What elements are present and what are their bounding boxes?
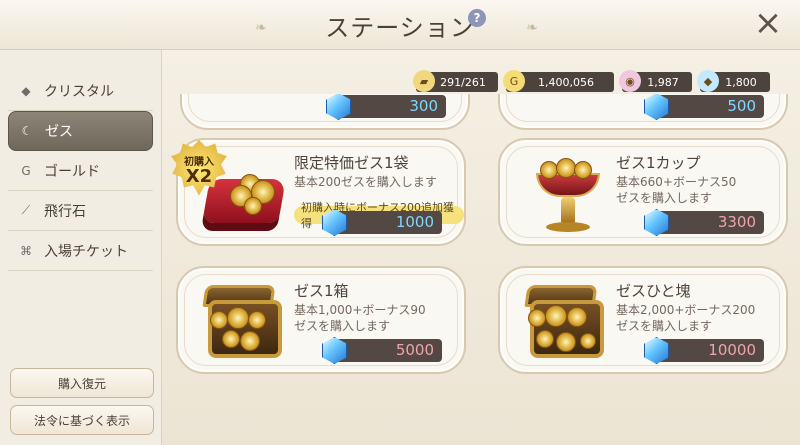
ticket-icon: ⌘	[20, 243, 32, 258]
blue-gem-icon: ◆	[697, 70, 719, 92]
price-label: 10000	[644, 337, 764, 364]
price-label: 3300	[644, 209, 764, 236]
sidebar-item-label: ゼス	[45, 124, 73, 140]
price-label: 500	[644, 94, 764, 120]
zes-icon: ☾	[21, 124, 33, 138]
product-description: 基本2,000+ボーナス200 ゼスを購入します	[616, 303, 756, 333]
restore-purchase-button[interactable]: 購入復元	[10, 368, 154, 398]
product-title: 限定特価ゼス1袋	[294, 154, 409, 172]
gold-coin-icon: G	[503, 70, 525, 92]
product-list: 300 500 限定特価ゼス1袋 基本200ゼスを購入します 初購入時にボーナス…	[170, 94, 798, 445]
ticket-count: 291/261	[440, 75, 486, 89]
partial-product-card[interactable]: 500	[498, 94, 788, 130]
blue-gem-resource: ◆ 1,800	[697, 70, 770, 92]
price-label: 300	[326, 94, 446, 120]
sidebar-item-ticket[interactable]: ⌘ 入場チケット	[8, 231, 153, 271]
ticket-resource: ▰ 291/261	[413, 70, 498, 92]
crystal-icon: ◆	[21, 83, 31, 98]
sidebar-item-flying-stone[interactable]: ⟋ 飛行石	[8, 191, 153, 231]
sidebar-item-crystal[interactable]: ◆ クリスタル	[8, 71, 153, 111]
sidebar-item-label: 飛行石	[44, 203, 86, 220]
sidebar-item-label: ゴールド	[44, 163, 100, 180]
product-title: ゼス1箱	[294, 282, 349, 300]
partial-product-card[interactable]: 300	[180, 94, 470, 130]
product-card[interactable]: ゼスひと塊 基本2,000+ボーナス200 ゼスを購入します 10000	[498, 266, 788, 374]
right-flourish-icon: ❧	[526, 20, 538, 36]
bottom-buttons: 購入復元 法令に基づく表示	[10, 361, 154, 435]
product-title: ゼス1カップ	[616, 154, 701, 172]
gem-icon	[322, 337, 347, 364]
sidebar-item-label: クリスタル	[44, 83, 114, 100]
pink-gem-count: 1,987	[647, 75, 679, 89]
gem-icon	[644, 337, 669, 364]
gold-resource: G 1,400,056	[503, 70, 614, 92]
product-card[interactable]: ゼス1箱 基本1,000+ボーナス90 ゼスを購入します 5000	[176, 266, 466, 374]
pink-gem-icon: ◉	[619, 70, 641, 92]
sidebar-item-zes[interactable]: ☾ ゼス	[8, 111, 153, 151]
header-bar: ❧ ステーション ? ❧ ×	[0, 0, 800, 50]
category-sidebar: ◆ クリスタル ☾ ゼス G ゴールド ⟋ 飛行石 ⌘ 入場チケット 購入復元 …	[0, 50, 162, 445]
product-title: ゼスひと塊	[616, 282, 691, 300]
pink-gem-resource: ◉ 1,987	[619, 70, 692, 92]
gold-icon: G	[21, 163, 31, 178]
sidebar-item-gold[interactable]: G ゴールド	[8, 151, 153, 191]
product-description: 基本1,000+ボーナス90 ゼスを購入します	[294, 303, 426, 333]
blue-gem-count: 1,800	[725, 75, 757, 89]
product-description: 基本200ゼスを購入します	[294, 175, 437, 189]
legal-notice-button[interactable]: 法令に基づく表示	[10, 405, 154, 435]
flying-stone-icon: ⟋	[21, 203, 31, 217]
help-icon[interactable]: ?	[468, 9, 486, 27]
close-icon[interactable]: ×	[752, 6, 784, 40]
gem-icon	[326, 94, 351, 120]
gem-icon	[644, 209, 669, 236]
price-label: 1000	[322, 209, 442, 236]
resource-bar: ▰ 291/261 G 1,400,056 ◉ 1,987 ◆ 1,800	[413, 70, 770, 92]
product-card[interactable]: ゼス1カップ 基本660+ボーナス50 ゼスを購入します 3300	[498, 138, 788, 246]
price-label: 5000	[322, 337, 442, 364]
sidebar-item-label: 入場チケット	[44, 243, 128, 260]
zes-box-image	[196, 283, 286, 359]
page-title: ステーション	[325, 14, 475, 42]
ticket-icon: ▰	[413, 70, 435, 92]
shop-window: ❧ ステーション ? ❧ × ◆ クリスタル ☾ ゼス G ゴールド ⟋ 飛行石…	[0, 0, 800, 445]
gem-icon	[644, 94, 669, 120]
product-description: 基本660+ボーナス50 ゼスを購入します	[616, 175, 737, 205]
zes-lump-image	[518, 283, 608, 359]
gold-count: 1,400,056	[538, 75, 594, 89]
zes-cup-image	[518, 155, 608, 232]
